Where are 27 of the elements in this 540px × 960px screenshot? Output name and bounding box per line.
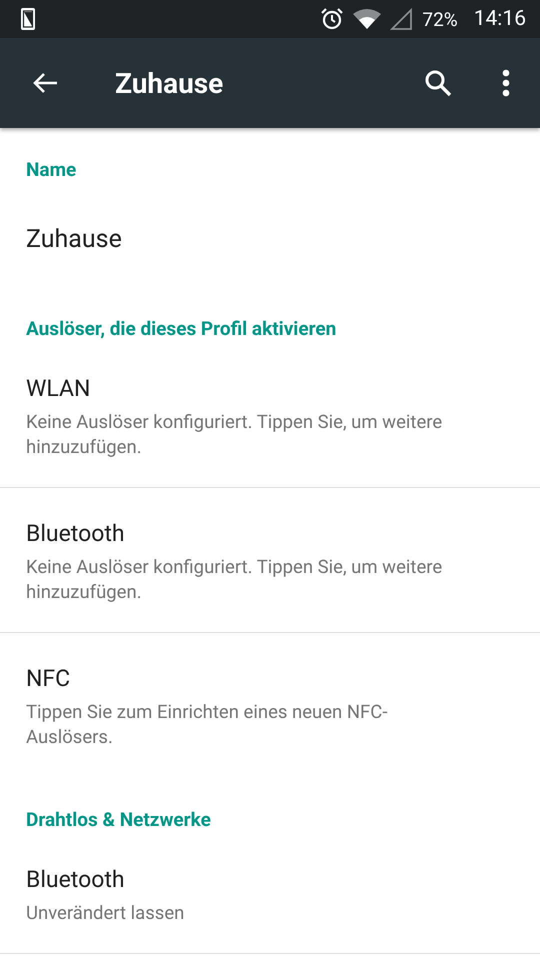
item-title: WLAN [26, 374, 92, 404]
item-summary: Tippen Sie zum Einrichten eines neuen NFC-Auslösers. [26, 700, 388, 750]
clock-time: 14:16 [474, 7, 526, 31]
more-options-icon[interactable] [502, 69, 510, 97]
item-title: Zuhause [26, 224, 123, 256]
item-summary: Keine Auslöser konfiguriert. Tippen Sie, um weitere hinzuzufügen. [26, 555, 444, 605]
item-summary: Keine Auslöser konfiguriert. Tippen Sie, um weitere hinzuzufügen. [26, 410, 444, 460]
wifi-icon [352, 8, 382, 30]
item-title: Bluetooth [26, 865, 126, 895]
section-header: Drahtlos & Netzwerke [25, 807, 212, 833]
preference-item[interactable]: Zuhause [0, 184, 540, 279]
alarm-icon [320, 7, 344, 31]
section-header: Auslöser, die dieses Profil aktivieren [25, 316, 338, 342]
preference-item[interactable]: Bluetooth Keine Auslöser konfiguriert. Tippen Sie, um weitere hinzuzufügen. [0, 488, 540, 633]
screen-title: Zuhause [115, 66, 224, 100]
preference-item[interactable]: Bluetooth Unverändert lassen [0, 834, 540, 954]
section-header: Name [25, 157, 78, 183]
item-summary: Unverändert lassen [26, 901, 186, 926]
preference-item[interactable]: NFC Tippen Sie zum Einrichten eines neuen NFC-Auslösers. [0, 633, 540, 770]
item-title: Bluetooth [26, 519, 126, 549]
phone-icon [20, 7, 36, 31]
back-arrow-icon[interactable] [32, 72, 58, 94]
preference-item[interactable]: WLAN Keine Auslöser konfiguriert. Tippen Sie, um weitere hinzuzufügen. [0, 343, 540, 488]
search-icon[interactable] [424, 69, 452, 97]
signal-icon [390, 8, 412, 30]
item-title: NFC [26, 664, 72, 694]
battery-percent: 72% [422, 8, 458, 30]
